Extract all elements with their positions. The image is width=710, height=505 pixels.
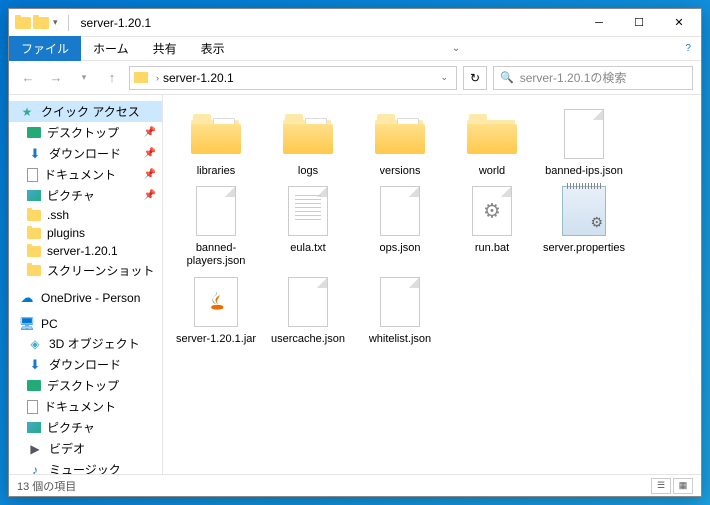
view-icons-button[interactable]: ▦ (673, 478, 693, 494)
recent-dropdown[interactable]: ▾ (73, 67, 95, 89)
folder-icon (27, 246, 41, 257)
file-banned-players[interactable]: banned-players.json (175, 182, 257, 268)
navigation-pane[interactable]: ★クイック アクセス デスクトップ📌 ⬇ダウンロード📌 ドキュメント📌 ピクチャ… (9, 95, 163, 474)
sidebar-pc-downloads[interactable]: ⬇ダウンロード (9, 354, 162, 375)
window-title: server-1.20.1 (81, 16, 152, 30)
status-bar: 13 個の項目 ☰ ▦ (9, 474, 701, 496)
pc-icon: 🖥 (19, 317, 35, 331)
java-icon (202, 288, 230, 316)
folder-icon (27, 265, 41, 276)
help-icon[interactable]: ? (675, 43, 701, 54)
sidebar-pc-pictures[interactable]: ピクチャ (9, 417, 162, 438)
sidebar-desktop[interactable]: デスクトップ📌 (9, 122, 162, 143)
document-icon (27, 168, 38, 182)
file-server-jar[interactable]: server-1.20.1.jar (175, 273, 257, 346)
qat-icon[interactable] (33, 17, 49, 29)
sidebar-ssh[interactable]: .ssh (9, 206, 162, 224)
pictures-icon (27, 190, 41, 201)
music-icon: ♪ (27, 463, 43, 475)
desktop-icon (27, 127, 41, 138)
sidebar-3d-objects[interactable]: ◈3D オブジェクト (9, 333, 162, 354)
ribbon-collapse-icon[interactable]: ⌄ (442, 43, 470, 54)
sidebar-pc[interactable]: 🖥PC (9, 315, 162, 333)
file-usercache[interactable]: usercache.json (267, 273, 349, 346)
file-whitelist[interactable]: whitelist.json (359, 273, 441, 346)
search-icon: 🔍 (500, 71, 514, 84)
download-icon: ⬇ (27, 147, 43, 161)
app-icon (15, 17, 31, 29)
sidebar-pc-music[interactable]: ♪ミュージック (9, 459, 162, 474)
gear-icon: ⚙ (483, 199, 501, 224)
folder-world[interactable]: world (451, 105, 533, 178)
breadcrumb[interactable]: › server-1.20.1 ⌄ (129, 66, 457, 90)
sidebar-pc-desktop[interactable]: デスクトップ (9, 375, 162, 396)
item-count: 13 個の項目 (17, 478, 76, 494)
search-input[interactable]: 🔍 server-1.20.1の検索 (493, 66, 693, 90)
file-list[interactable]: libraries logs versions world banned-ips… (163, 95, 701, 474)
sidebar-documents[interactable]: ドキュメント📌 (9, 164, 162, 185)
folder-icon (27, 210, 41, 221)
minimize-button[interactable]: ─ (579, 9, 619, 37)
path-segment[interactable]: server-1.20.1 (163, 71, 234, 85)
path-folder-icon (134, 72, 148, 83)
view-details-button[interactable]: ☰ (651, 478, 671, 494)
file-run-bat[interactable]: ⚙run.bat (451, 182, 533, 268)
file-banned-ips[interactable]: banned-ips.json (543, 105, 625, 178)
sidebar-onedrive[interactable]: ☁OneDrive - Person (9, 289, 162, 307)
document-icon (27, 400, 38, 414)
folder-versions[interactable]: versions (359, 105, 441, 178)
file-ops[interactable]: ops.json (359, 182, 441, 268)
pin-icon: 📌 (144, 190, 156, 201)
folder-icon (27, 228, 41, 239)
cloud-icon: ☁ (19, 291, 35, 305)
sidebar-server[interactable]: server-1.20.1 (9, 242, 162, 260)
sidebar-quick-access[interactable]: ★クイック アクセス (9, 101, 162, 122)
star-icon: ★ (19, 105, 35, 119)
maximize-button[interactable]: ☐ (619, 9, 659, 37)
up-button[interactable]: ↑ (101, 67, 123, 89)
sidebar-downloads[interactable]: ⬇ダウンロード📌 (9, 143, 162, 164)
back-button[interactable]: ← (17, 67, 39, 89)
close-button[interactable]: ✕ (659, 9, 699, 37)
file-eula[interactable]: eula.txt (267, 182, 349, 268)
tab-home[interactable]: ホーム (81, 36, 141, 61)
folder-libraries[interactable]: libraries (175, 105, 257, 178)
chevron-right-icon[interactable]: › (156, 73, 159, 83)
titlebar[interactable]: ▾ server-1.20.1 ─ ☐ ✕ (9, 9, 701, 37)
file-server-properties[interactable]: ⚙server.properties (543, 182, 625, 268)
gear-icon: ⚙ (590, 214, 603, 231)
tab-share[interactable]: 共有 (141, 36, 189, 61)
sidebar-pictures[interactable]: ピクチャ📌 (9, 185, 162, 206)
cube-icon: ◈ (27, 337, 43, 351)
ribbon-tabs: ファイル ホーム 共有 表示 ⌄ ? (9, 37, 701, 61)
video-icon: ▶ (27, 442, 43, 456)
tab-file[interactable]: ファイル (9, 36, 81, 61)
desktop-icon (27, 380, 41, 391)
explorer-window: ▾ server-1.20.1 ─ ☐ ✕ ファイル ホーム 共有 表示 ⌄ ?… (8, 8, 702, 497)
pin-icon: 📌 (144, 148, 156, 159)
sidebar-plugins[interactable]: plugins (9, 224, 162, 242)
forward-button[interactable]: → (45, 67, 67, 89)
sidebar-pc-videos[interactable]: ▶ビデオ (9, 438, 162, 459)
sidebar-screenshots[interactable]: スクリーンショット (9, 260, 162, 281)
pin-icon: 📌 (144, 169, 156, 180)
pin-icon: 📌 (144, 127, 156, 138)
qat-dropdown-icon[interactable]: ▾ (51, 17, 60, 28)
search-placeholder: server-1.20.1の検索 (520, 69, 627, 86)
refresh-button[interactable]: ↻ (463, 66, 487, 90)
download-icon: ⬇ (27, 358, 43, 372)
pictures-icon (27, 422, 41, 433)
folder-logs[interactable]: logs (267, 105, 349, 178)
path-dropdown-icon[interactable]: ⌄ (436, 72, 452, 83)
tab-view[interactable]: 表示 (189, 36, 237, 61)
sidebar-pc-documents[interactable]: ドキュメント (9, 396, 162, 417)
address-bar: ← → ▾ ↑ › server-1.20.1 ⌄ ↻ 🔍 server-1.2… (9, 61, 701, 95)
